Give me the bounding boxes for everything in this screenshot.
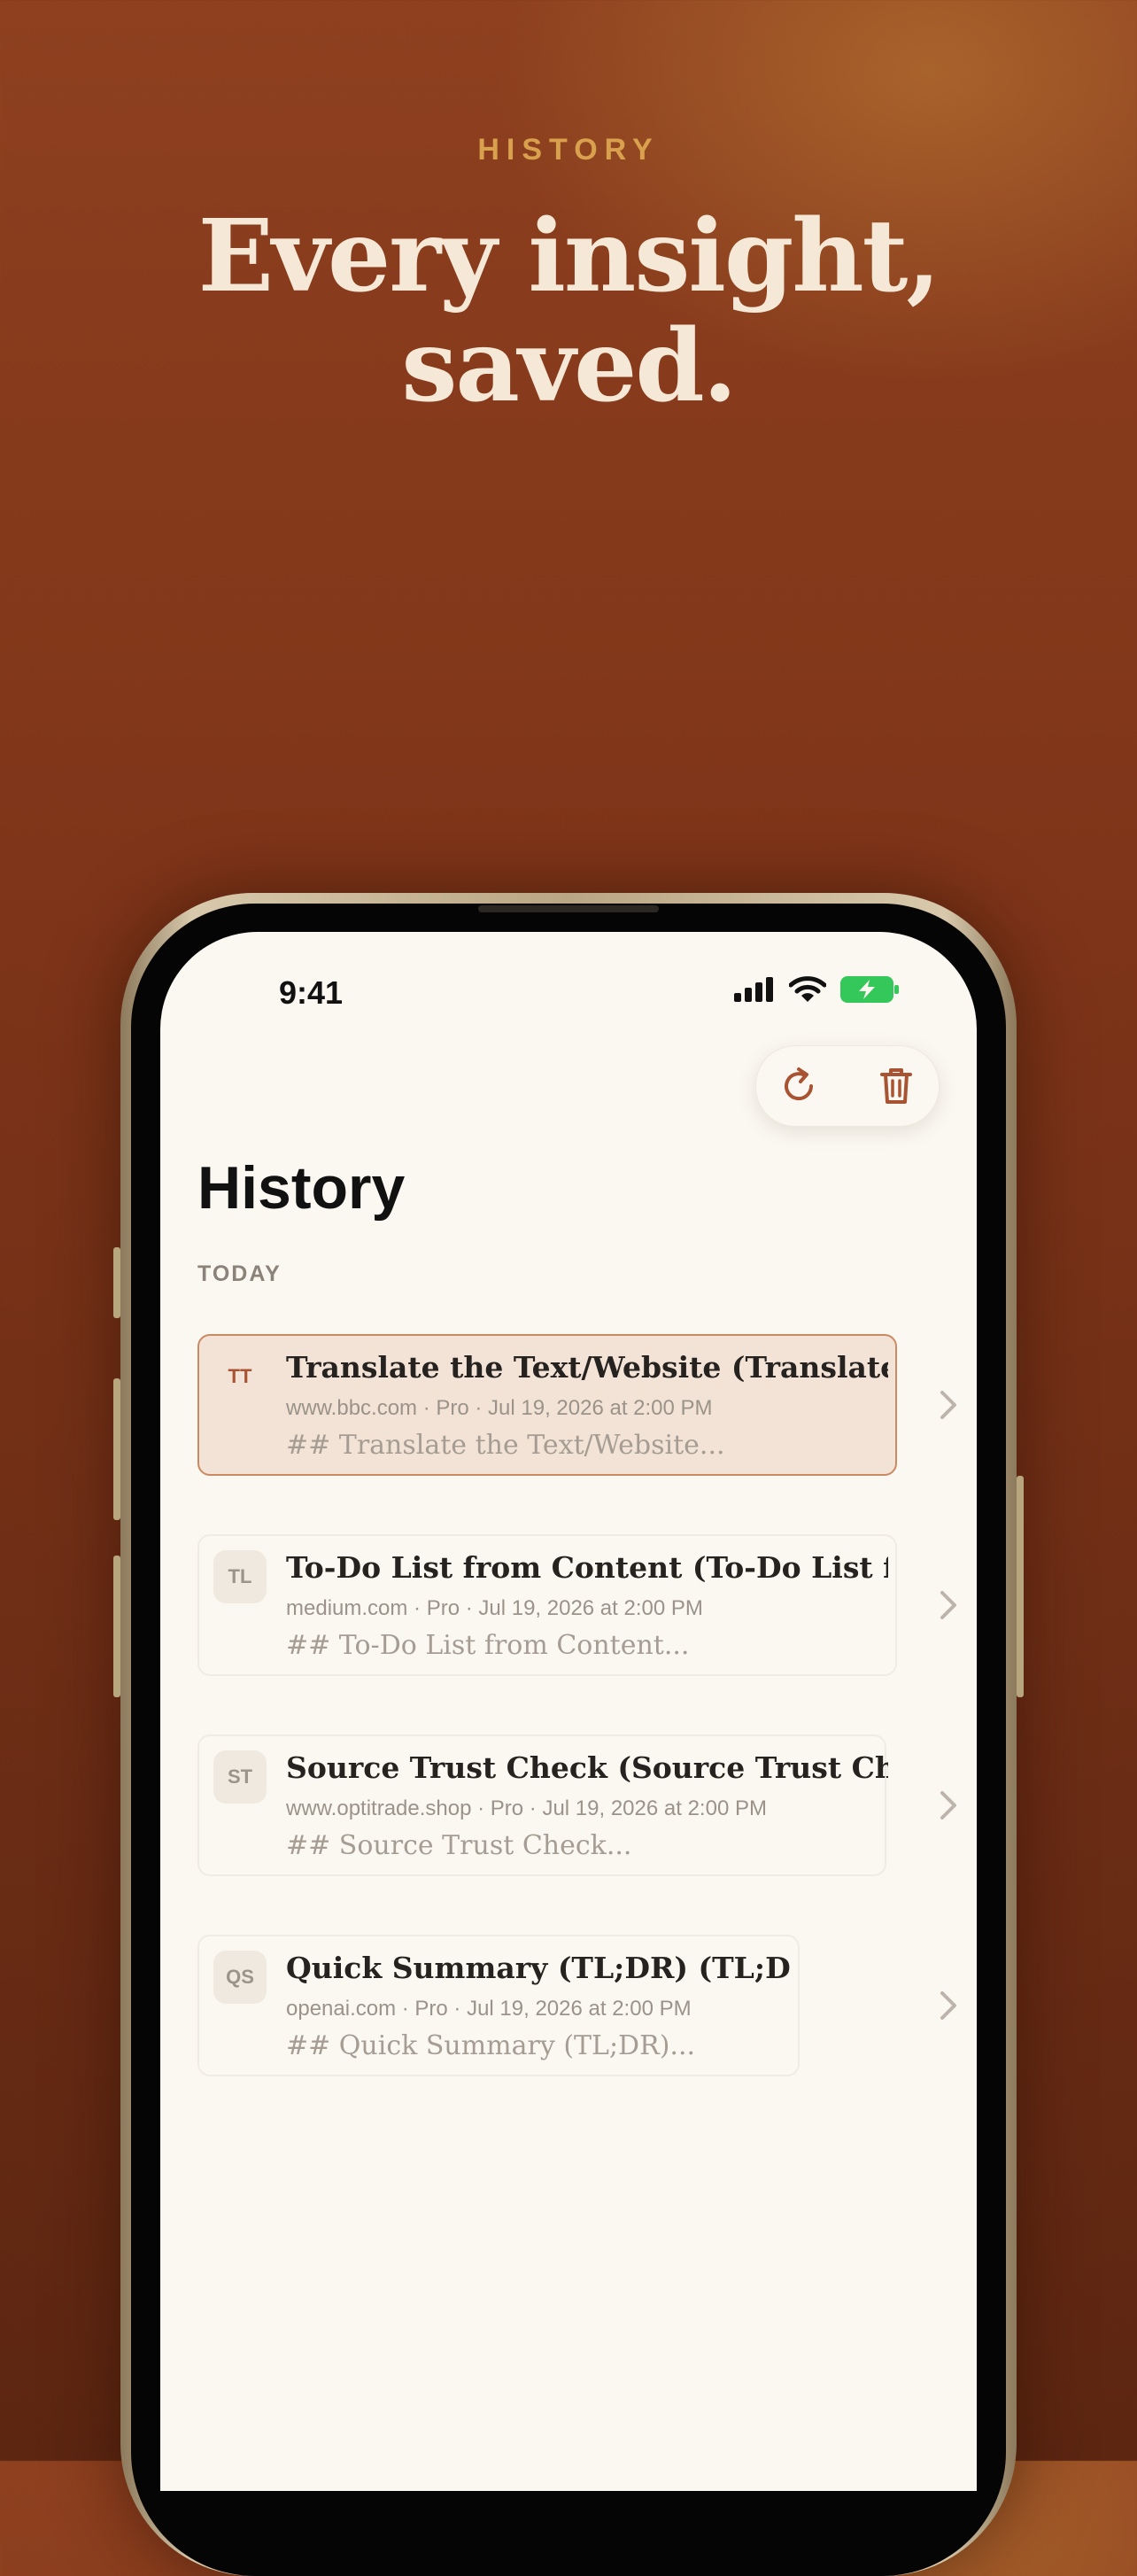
hero-headline-line2: saved. <box>401 308 737 424</box>
phone-speaker <box>478 905 659 912</box>
chevron-right-icon[interactable] <box>938 1990 959 2021</box>
history-preview: ## Quick Summary (TL;DR)... <box>286 2030 696 2061</box>
history-row[interactable]: QS Quick Summary (TL;DR) (TL;DR) openai.… <box>197 1935 975 2076</box>
history-row[interactable]: TT Translate the Text/Website (Translate… <box>197 1334 975 1476</box>
hero-headline-line1: Every insight, <box>197 198 941 314</box>
source-badge: TL <box>213 1550 267 1603</box>
history-meta: www.bbc.com · Pro · Jul 19, 2026 at 2:00… <box>286 1396 713 1420</box>
page-title: History <box>197 1154 406 1222</box>
chevron-right-icon[interactable] <box>938 1389 959 1421</box>
history-row[interactable]: ST Source Trust Check (Source Trust Ch..… <box>197 1734 975 1876</box>
cellular-signal-icon <box>734 977 773 1002</box>
history-meta: www.optitrade.shop · Pro · Jul 19, 2026 … <box>286 1796 767 1820</box>
history-preview: ## Source Trust Check... <box>286 1830 632 1861</box>
phone-silent-switch <box>113 1247 120 1318</box>
history-card[interactable]: QS Quick Summary (TL;DR) (TL;DR) openai.… <box>197 1935 800 2076</box>
source-badge: TT <box>228 1365 252 1387</box>
history-title: Source Trust Check (Source Trust Ch... <box>286 1750 888 1785</box>
history-title: Quick Summary (TL;DR) (TL;DR) <box>286 1951 791 1985</box>
refresh-icon[interactable] <box>777 1065 820 1107</box>
chevron-right-icon[interactable] <box>938 1789 959 1821</box>
hero-headline: Every insight, saved. <box>0 202 1137 422</box>
phone-volume-down <box>113 1556 120 1697</box>
status-time: 9:41 <box>279 974 344 1011</box>
source-badge: ST <box>213 1750 267 1804</box>
source-badge: QS <box>213 1951 267 2004</box>
history-card[interactable]: TL To-Do List from Content (To-Do List f… <box>197 1534 897 1676</box>
app-screen: 9:41 History TODAY TT Translate the Text… <box>160 932 977 2491</box>
phone-volume-up <box>113 1378 120 1520</box>
status-icons <box>734 976 899 1003</box>
history-card[interactable]: ST Source Trust Check (Source Trust Ch..… <box>197 1734 888 1876</box>
battery-charging-icon <box>840 976 899 1003</box>
history-meta: openai.com · Pro · Jul 19, 2026 at 2:00 … <box>286 1997 692 2021</box>
history-title: Translate the Text/Website (Translate... <box>286 1350 888 1385</box>
wifi-icon <box>789 976 826 1002</box>
history-preview: ## Translate the Text/Website... <box>286 1430 725 1461</box>
history-preview: ## To-Do List from Content... <box>286 1630 690 1661</box>
history-row[interactable]: TL To-Do List from Content (To-Do List f… <box>197 1534 975 1676</box>
phone-power-button <box>1017 1476 1024 1697</box>
history-card[interactable]: TT Translate the Text/Website (Translate… <box>197 1334 897 1476</box>
toolbar-pill <box>755 1045 940 1127</box>
hero-eyebrow: HISTORY <box>477 133 660 167</box>
chevron-right-icon[interactable] <box>938 1589 959 1621</box>
trash-icon[interactable] <box>875 1065 917 1107</box>
history-title: To-Do List from Content (To-Do List f... <box>286 1550 888 1585</box>
history-meta: medium.com · Pro · Jul 19, 2026 at 2:00 … <box>286 1596 703 1620</box>
section-label-today: TODAY <box>197 1261 282 1286</box>
